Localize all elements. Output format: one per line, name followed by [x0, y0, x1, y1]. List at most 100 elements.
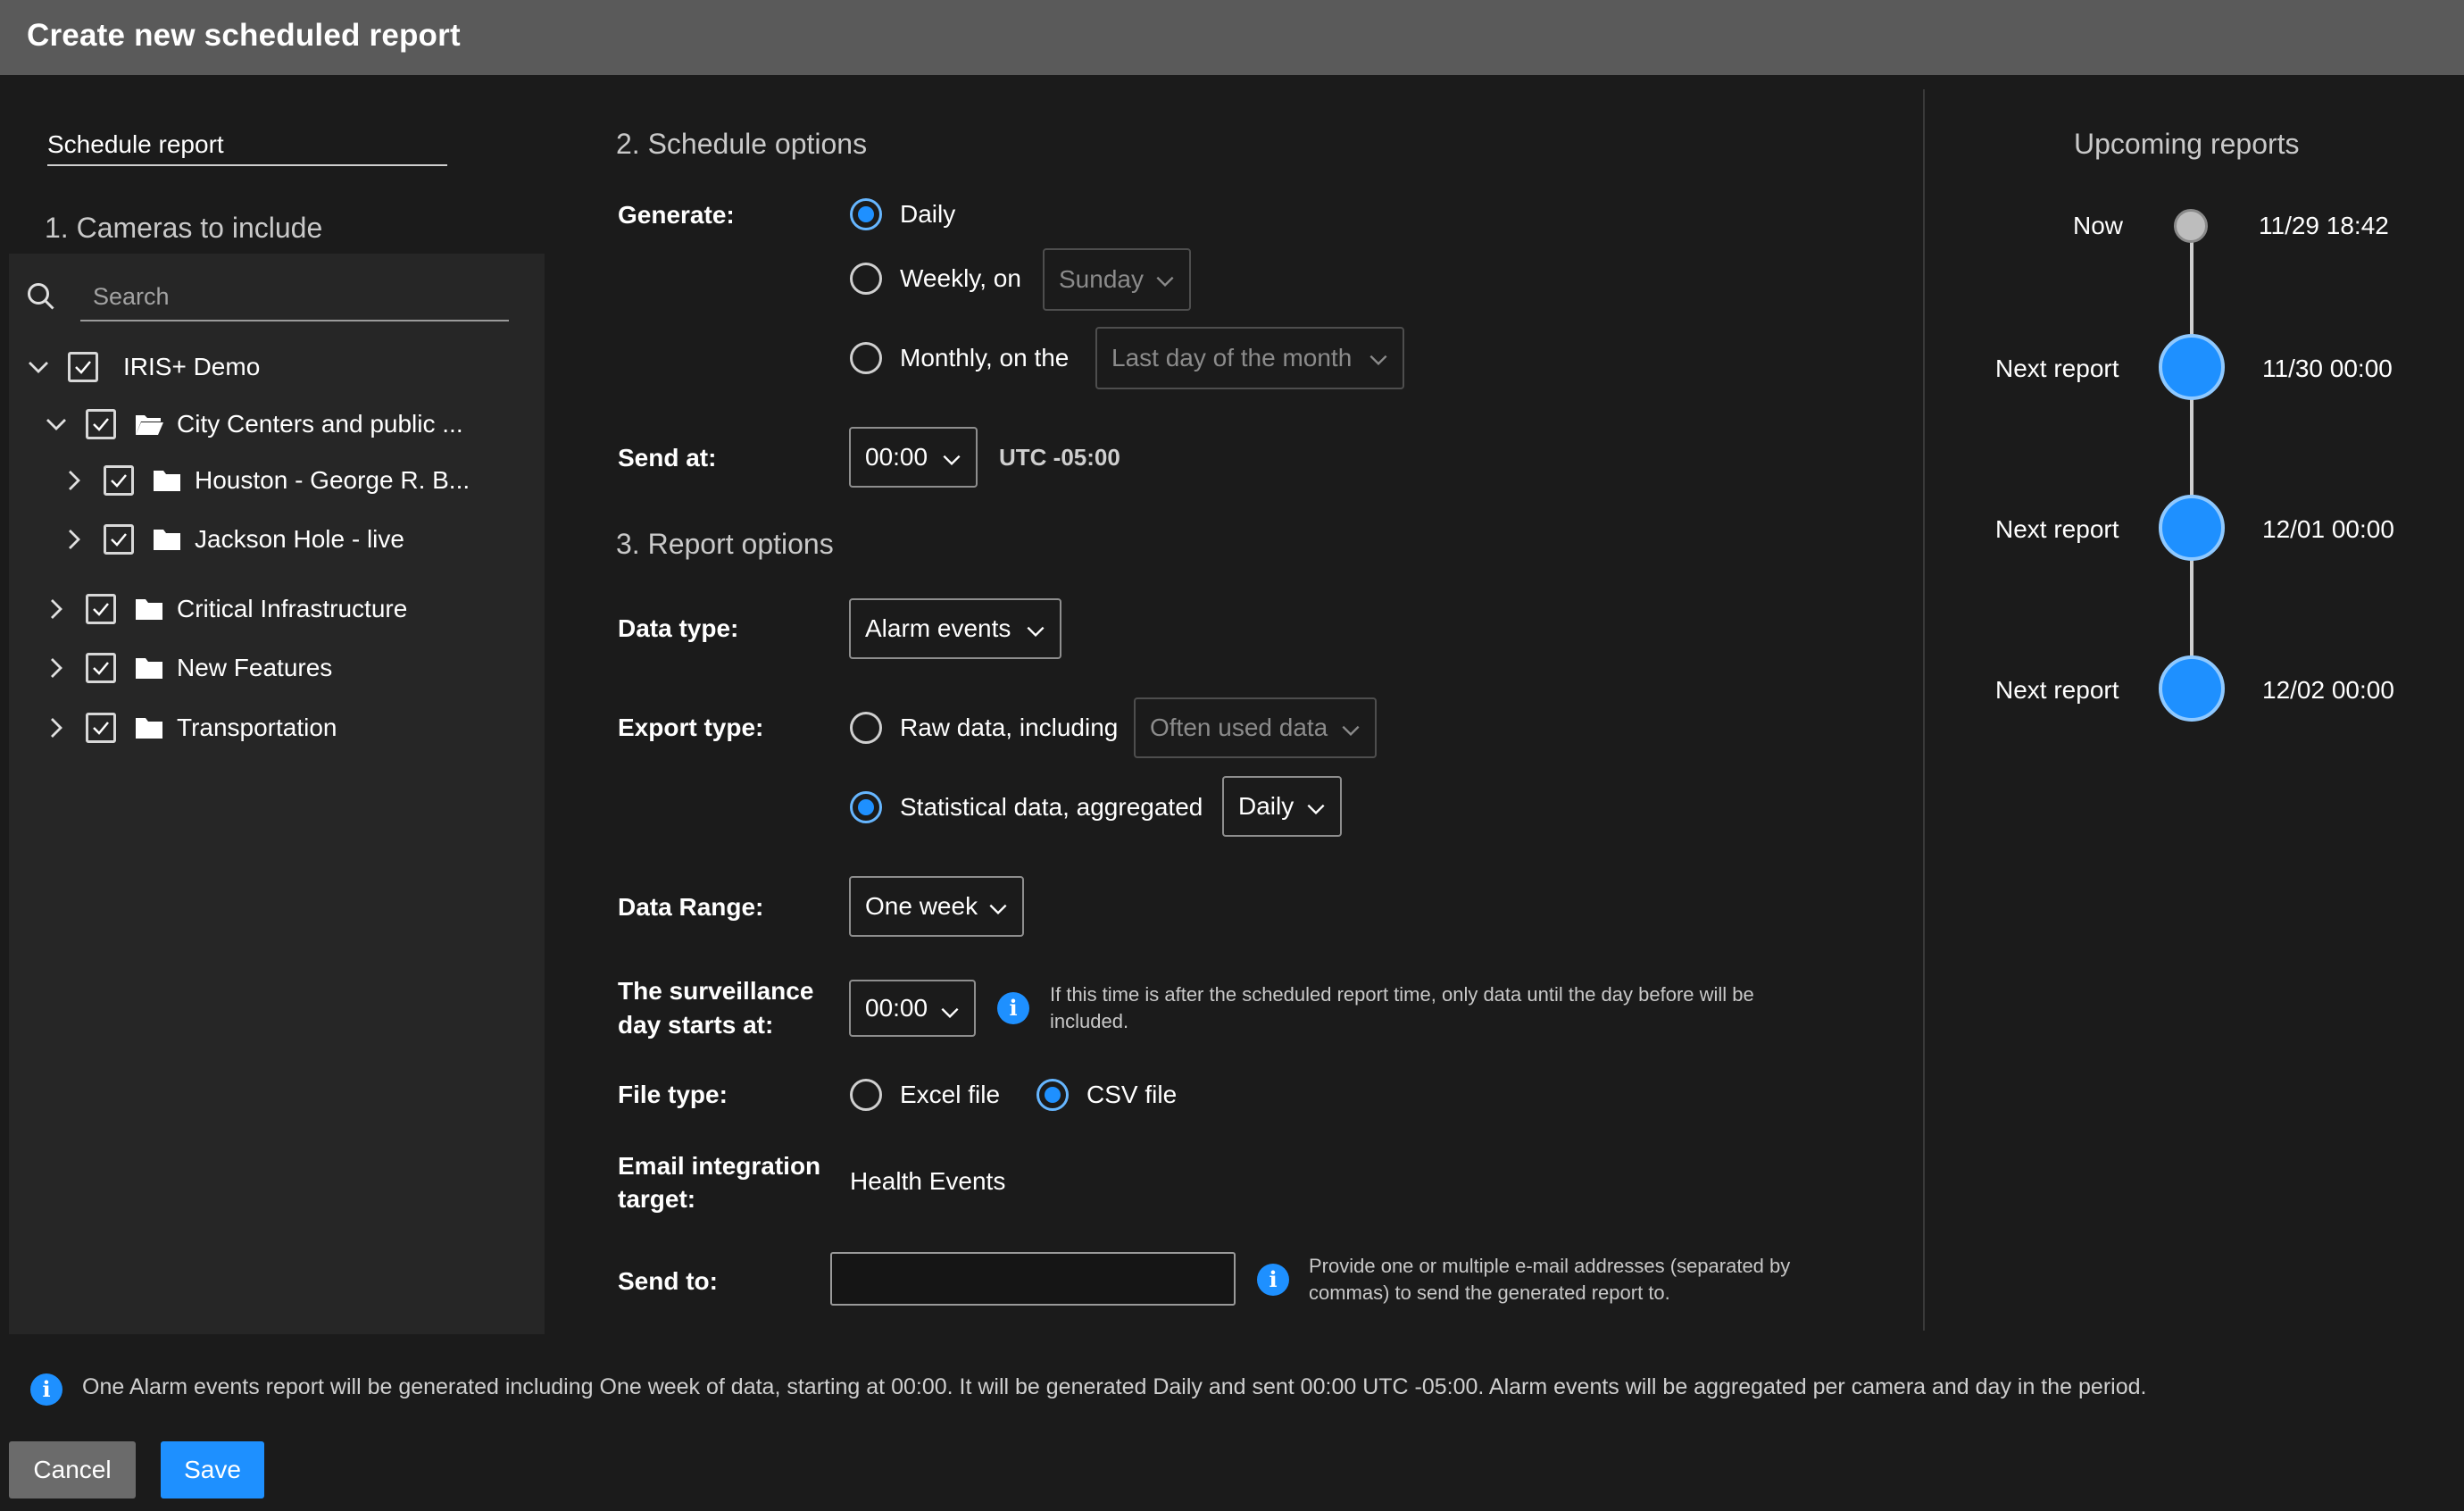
monthly-day-value: Last day of the month: [1111, 344, 1353, 371]
check-icon: [75, 361, 91, 374]
folder-icon: [136, 599, 162, 620]
checkbox-checked[interactable]: [86, 409, 116, 439]
tree-item-transportation[interactable]: Transportation: [43, 707, 337, 748]
radio-raw-data[interactable]: [850, 712, 882, 744]
data-range-value: One week: [865, 892, 978, 920]
camera-search-input[interactable]: [80, 273, 509, 321]
checkbox-checked[interactable]: [86, 653, 116, 683]
chevron-right-icon[interactable]: [43, 714, 70, 741]
monthly-day-select[interactable]: Last day of the month: [1095, 327, 1404, 389]
chevron-down-icon: [943, 455, 961, 466]
chevron-down-icon: [1307, 804, 1325, 815]
email-target-label-line-2: target:: [618, 1185, 696, 1213]
info-icon: i: [30, 1373, 62, 1406]
timeline-now-time: 11/29 18:42: [2259, 212, 2389, 239]
chevron-right-icon[interactable]: [61, 467, 87, 494]
chevron-right-icon[interactable]: [43, 655, 70, 681]
tree-item-new-features[interactable]: New Features: [43, 647, 332, 689]
folder-icon: [154, 471, 180, 491]
raw-data-select[interactable]: Often used data: [1134, 697, 1377, 758]
check-icon: [111, 533, 127, 547]
tree-item-city-centers[interactable]: City Centers and public ...: [43, 404, 463, 445]
data-type-select[interactable]: Alarm events: [849, 598, 1061, 659]
tree-item-label: Critical Infrastructure: [177, 595, 408, 622]
data-range-select[interactable]: One week: [849, 876, 1024, 937]
aggregation-select[interactable]: Daily: [1222, 776, 1342, 837]
check-icon: [93, 722, 109, 735]
chevron-right-icon[interactable]: [43, 596, 70, 622]
tree-item-label: New Features: [177, 654, 333, 681]
info-icon: i: [997, 992, 1029, 1024]
send-to-note-line-1: Provide one or multiple e-mail addresses…: [1309, 1255, 1791, 1277]
dialog-header: Create new scheduled report: [0, 0, 2464, 75]
radio-monthly[interactable]: [850, 342, 882, 374]
send-to-label: Send to:: [618, 1267, 718, 1295]
folder-icon: [154, 530, 180, 550]
radio-daily[interactable]: [850, 198, 882, 230]
export-type-label: Export type:: [618, 714, 764, 741]
timezone-label: UTC -05:00: [999, 444, 1120, 471]
cameras-section-title: 1. Cameras to include: [45, 212, 323, 244]
weekly-day-select[interactable]: Sunday: [1043, 248, 1191, 311]
tree-item-jackson-hole[interactable]: Jackson Hole - live: [61, 519, 404, 560]
timeline-report-time: 12/02 00:00: [2262, 676, 2394, 704]
save-button[interactable]: Save: [161, 1441, 264, 1498]
checkbox-checked[interactable]: [68, 352, 98, 382]
chevron-down-icon: [1342, 725, 1360, 737]
tree-item-iris-demo[interactable]: IRIS+ Demo: [25, 346, 260, 388]
timeline-report-label: Next report: [1995, 676, 2119, 704]
folder-open-icon: [136, 415, 163, 435]
checkbox-checked[interactable]: [104, 465, 134, 496]
monthly-label: Monthly, on the: [900, 344, 1070, 371]
day-start-select[interactable]: 00:00: [849, 980, 976, 1037]
tree-item-houston[interactable]: Houston - George R. B...: [61, 460, 470, 501]
timeline-report-node: [2159, 495, 2225, 561]
chevron-down-icon: [989, 904, 1007, 915]
upcoming-title: Upcoming reports: [2074, 128, 2300, 160]
info-icon: i: [1257, 1264, 1289, 1296]
dialog-title: Create new scheduled report: [27, 18, 461, 53]
cancel-button[interactable]: Cancel: [9, 1441, 136, 1498]
data-type-value: Alarm events: [865, 614, 1011, 642]
timeline-now-marker: [2174, 209, 2208, 243]
aggregation-value: Daily: [1238, 792, 1294, 820]
check-icon: [93, 418, 109, 431]
timeline-report-label: Next report: [1995, 515, 2119, 543]
data-range-label: Data Range:: [618, 893, 764, 921]
tree-item-label: IRIS+ Demo: [123, 353, 261, 380]
email-target-label-line-1: Email integration: [618, 1152, 821, 1180]
check-icon: [93, 662, 109, 675]
radio-statistical-data[interactable]: [850, 791, 882, 823]
email-target-value: Health Events: [850, 1167, 1006, 1195]
checkbox-checked[interactable]: [86, 713, 116, 743]
chevron-down-icon[interactable]: [43, 411, 70, 438]
camera-tree-panel: IRIS+ Demo City Centers and public ... H…: [9, 254, 545, 1334]
day-start-label-line-1: The surveillance: [618, 977, 814, 1005]
chevron-down-icon[interactable]: [25, 354, 52, 380]
timeline-report-node: [2159, 655, 2225, 722]
day-start-label-line-2: day starts at:: [618, 1011, 774, 1039]
radio-weekly[interactable]: [850, 263, 882, 295]
timeline-line: [2190, 225, 2193, 689]
checkbox-checked[interactable]: [86, 594, 116, 624]
raw-data-value: Often used data: [1150, 714, 1328, 741]
checkbox-checked[interactable]: [104, 524, 134, 555]
tree-item-critical-infrastructure[interactable]: Critical Infrastructure: [43, 589, 407, 630]
tab-schedule-report[interactable]: Schedule report: [47, 130, 447, 166]
send-to-note-line-2: commas) to send the generated report to.: [1309, 1281, 1670, 1304]
folder-icon: [136, 718, 162, 739]
send-at-label: Send at:: [618, 444, 717, 472]
chevron-down-icon: [1027, 626, 1045, 638]
send-at-select[interactable]: 00:00: [849, 427, 978, 488]
send-to-input[interactable]: [830, 1252, 1236, 1306]
chevron-down-icon: [1369, 355, 1387, 366]
daily-label: Daily: [900, 200, 956, 228]
radio-excel-file[interactable]: [850, 1079, 882, 1111]
chevron-right-icon[interactable]: [61, 526, 87, 553]
tree-item-label: Transportation: [177, 714, 337, 741]
check-icon: [93, 603, 109, 616]
timeline-report-time: 11/30 00:00: [2262, 355, 2393, 382]
day-start-note-line-1: If this time is after the scheduled repo…: [1050, 983, 1754, 1006]
radio-csv-file[interactable]: [1036, 1079, 1069, 1111]
search-icon: [28, 283, 54, 310]
